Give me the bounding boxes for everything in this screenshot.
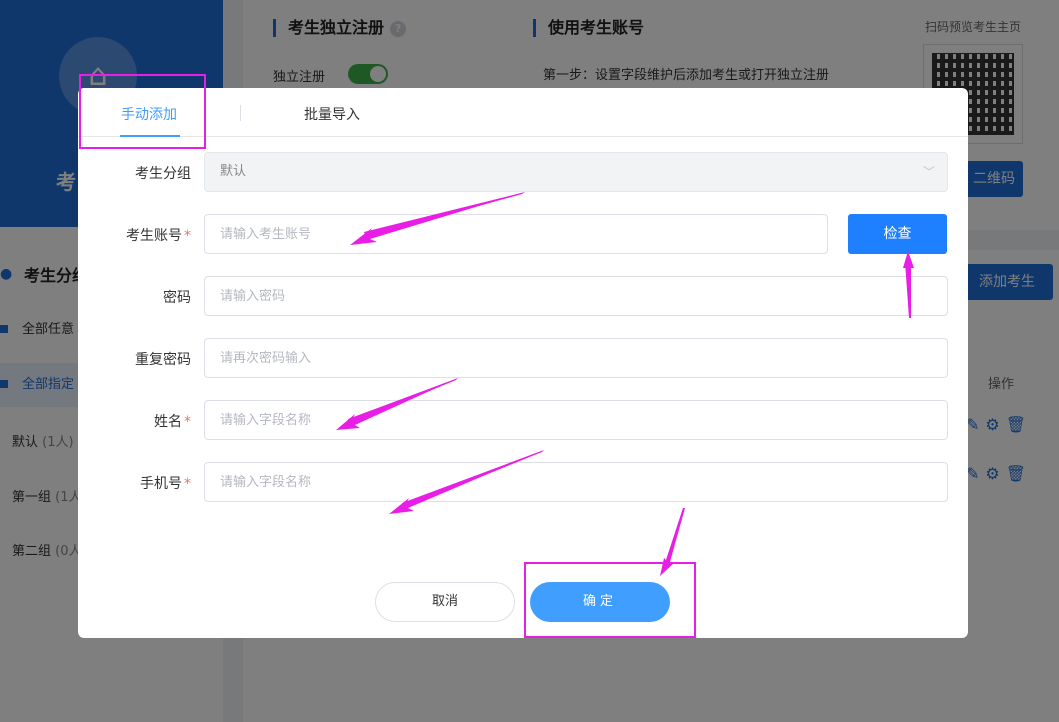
password-input[interactable]	[204, 276, 948, 316]
name-input[interactable]	[204, 400, 948, 440]
required-mark: *	[184, 228, 191, 244]
account-input[interactable]	[204, 214, 828, 254]
phone-input[interactable]	[204, 462, 948, 502]
group-label: 考生分组	[135, 166, 191, 182]
tab-divider	[240, 105, 241, 121]
password-label: 密码	[163, 290, 191, 306]
add-student-dialog: 手动添加 批量导入 考生分组 默认 ﹀ 考生账号* 检查 密码 重复密码 姓名*…	[78, 88, 968, 638]
name-label: 姓名 *	[154, 414, 191, 430]
required-mark: *	[184, 476, 191, 492]
account-label: 考生账号 *	[126, 228, 191, 244]
group-select[interactable]: 默认 ﹀	[204, 152, 948, 192]
tab-batch-import[interactable]: 批量导入	[304, 104, 360, 124]
chevron-down-icon: ﹀	[922, 165, 935, 179]
required-mark: *	[184, 414, 191, 430]
check-button[interactable]: 检查	[848, 214, 947, 254]
phone-label: 手机号 *	[140, 476, 191, 492]
annotation-box-tab	[79, 74, 206, 149]
dialog-tabs: 手动添加 批量导入	[78, 88, 968, 137]
annotation-box-confirm	[524, 562, 696, 638]
cancel-button[interactable]: 取消	[375, 582, 515, 622]
repeat-password-label: 重复密码	[135, 352, 191, 368]
repeat-password-input[interactable]	[204, 338, 948, 378]
